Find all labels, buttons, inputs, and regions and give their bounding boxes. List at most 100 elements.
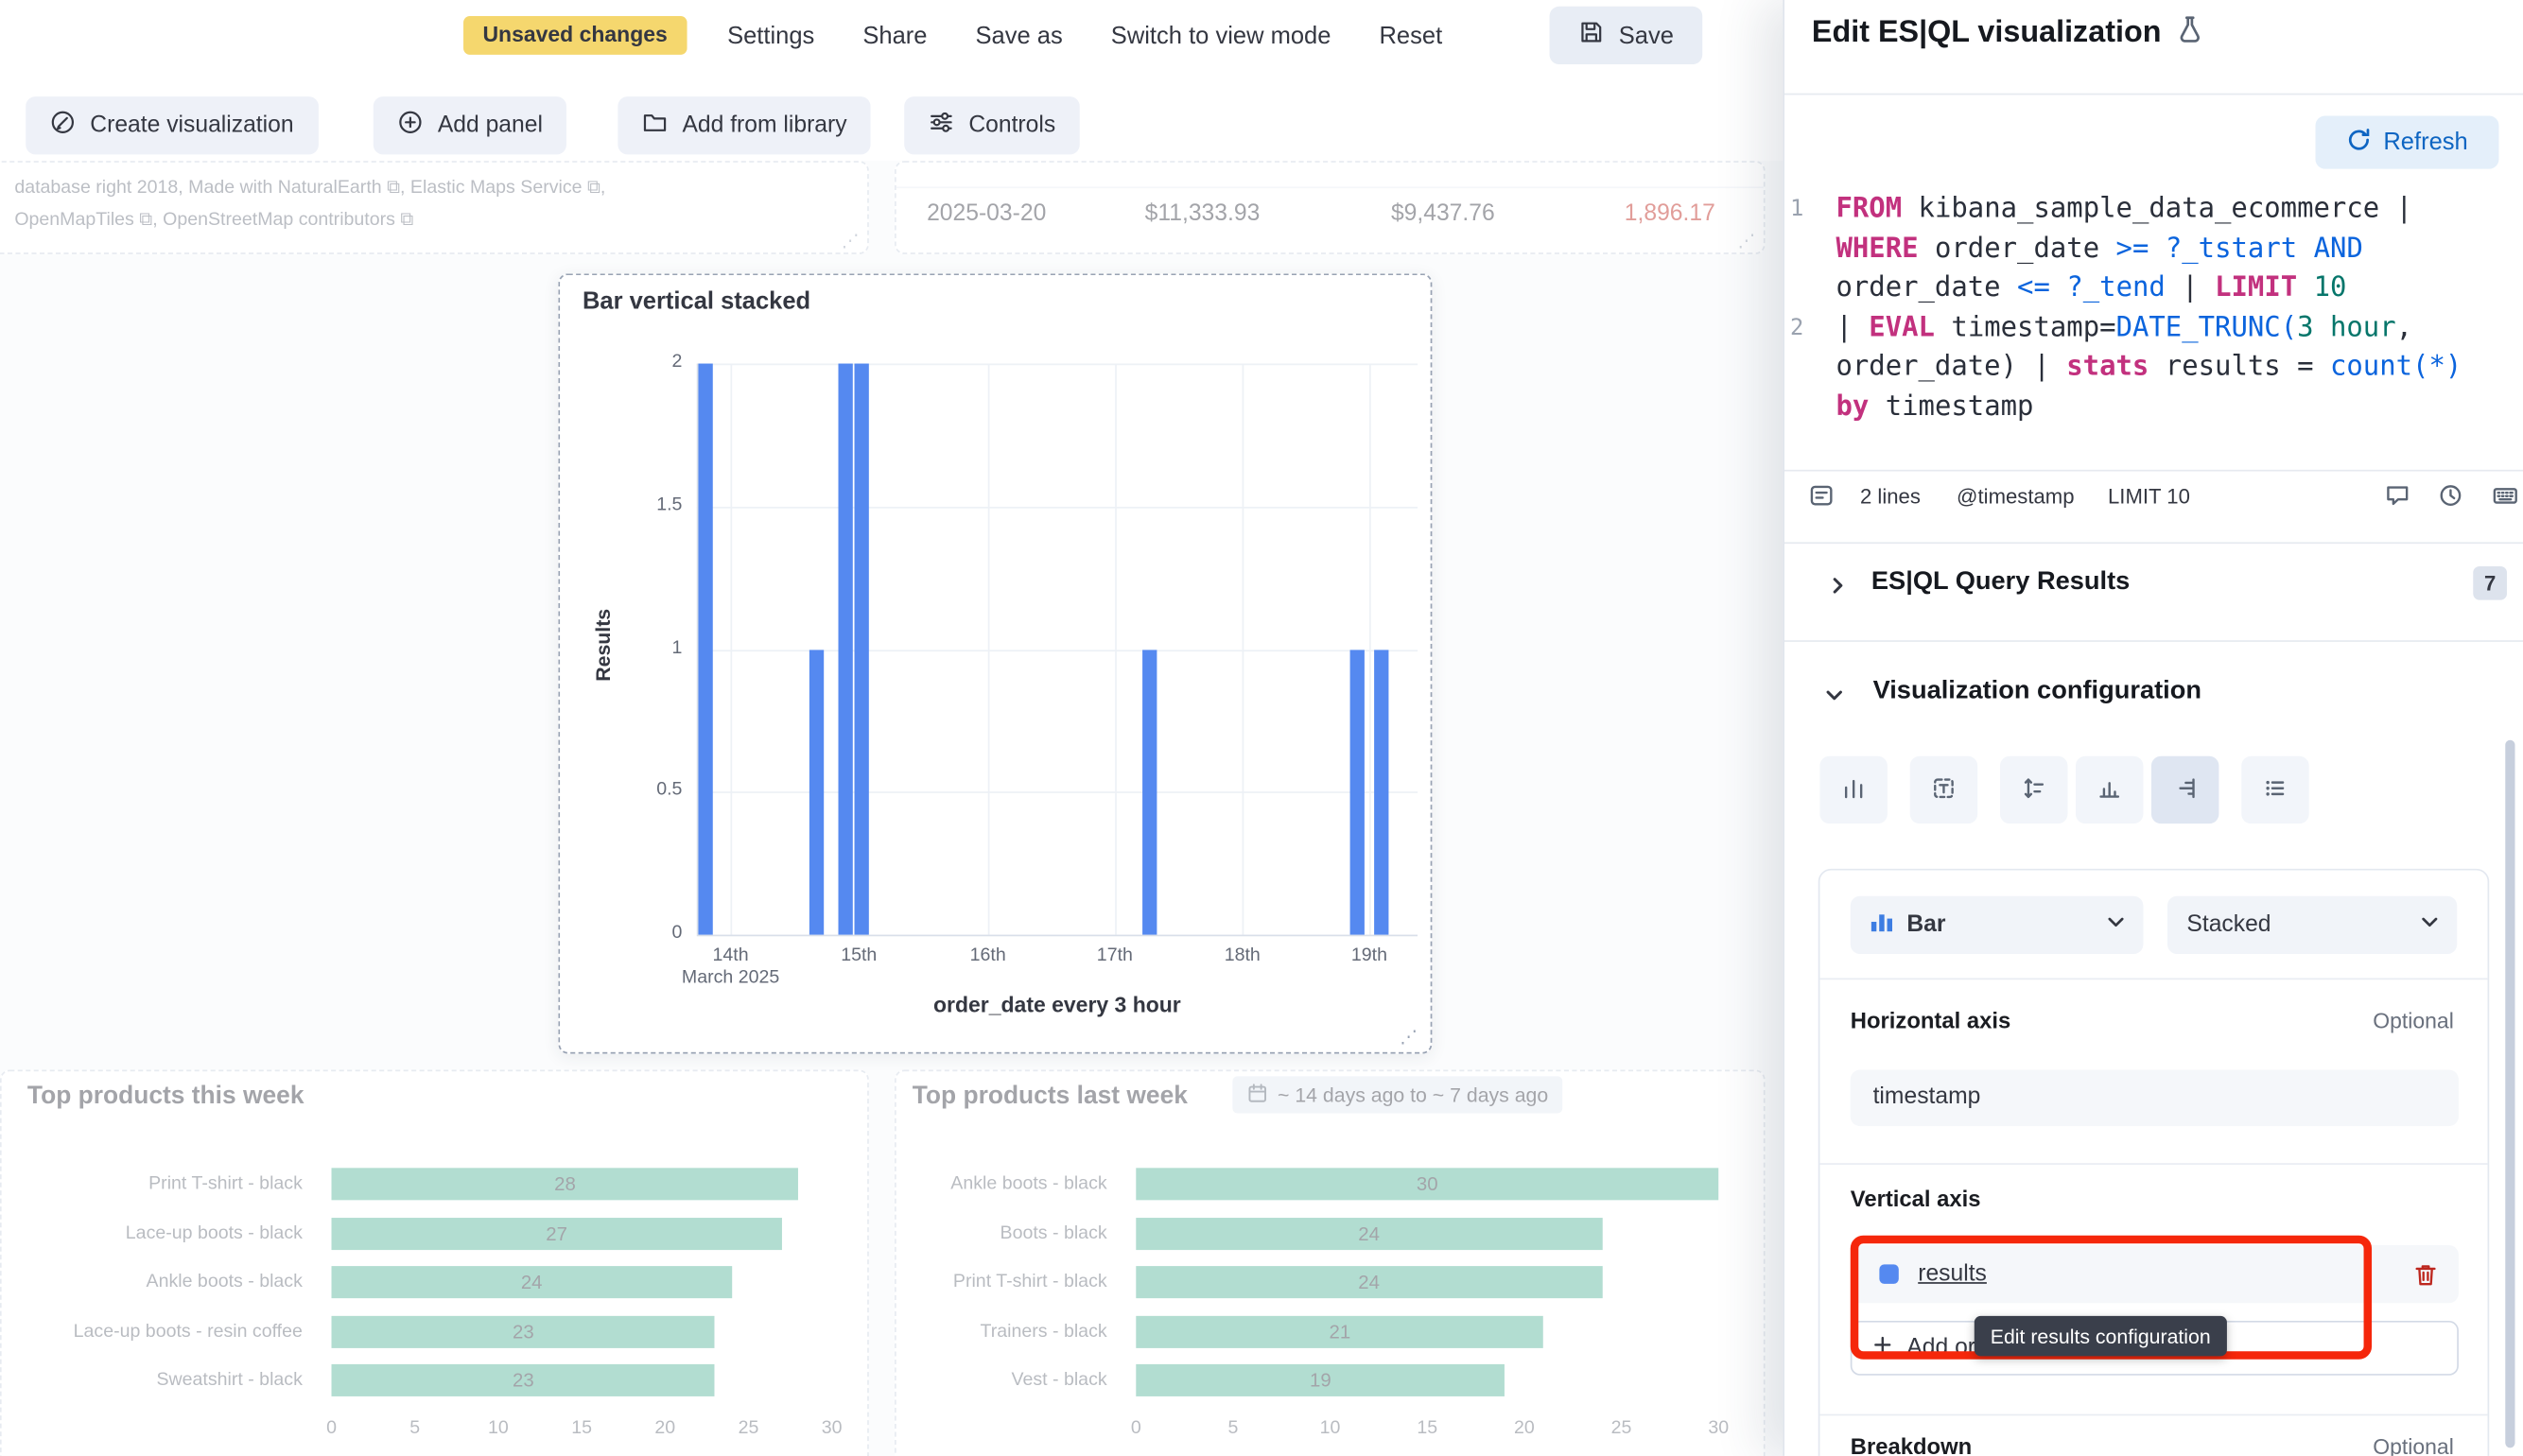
x-axis-tick-sublabel: March 2025 [658,968,803,987]
save-icon [1578,19,1604,51]
nav-item-save-as[interactable]: Save as [976,22,1063,49]
stack-mode-select[interactable]: Stacked [2167,896,2457,954]
nav-item-reset[interactable]: Reset [1380,22,1443,49]
chevron-right-icon[interactable] [1826,574,1849,604]
gridline [988,364,990,935]
config-tab-legend[interactable] [2241,756,2308,823]
beaker-icon [2176,14,2205,51]
code-line: | EVAL timestamp=DATE_TRUNC(3 hour, [1836,308,2412,348]
chart-type-select[interactable]: Bar [1851,896,2144,954]
config-tab-right-axis[interactable] [2151,756,2218,823]
code-token: , [2396,312,2412,344]
results-field-link[interactable]: results [1918,1261,1987,1287]
editor-timestamp-indicator[interactable]: @timestamp [1957,484,2075,509]
code-token: count(*) [2330,352,2462,384]
panel-bar-vertical-stacked[interactable]: Bar vertical stacked Results order_date … [558,273,1432,1053]
chevron-down-icon[interactable] [1823,684,1846,714]
query-results-section-header[interactable]: ES|QL Query Results [1871,568,2130,598]
nav-item-settings[interactable]: Settings [727,22,814,49]
legend-list-icon [2262,774,2288,805]
dashboard-canvas: database right 2018, Made with NaturalEa… [0,161,1783,1456]
nav-links: Settings Share Save as Switch to view mo… [727,0,1442,71]
code-token: LIMIT [2215,272,2297,304]
chevron-down-icon [2418,910,2441,940]
line-number: 2 [1784,316,1836,341]
chart-bar [1349,650,1364,935]
keyboard-icon[interactable] [2493,482,2518,516]
gridline [1369,364,1371,935]
nav-item-share[interactable]: Share [862,22,927,49]
feedback-icon[interactable] [2385,482,2410,516]
gridline [1243,364,1244,935]
bar-vertical-stacked-chart: 21.510.5014thMarch 202515th16th17th18th1… [560,275,1431,1052]
code-token: order_date) | [1836,352,2066,384]
code-row: by timestamp [1784,388,2502,427]
text-frame-icon [1931,774,1957,805]
flyout-title: Edit ES|QL visualization [1812,15,2162,50]
code-token: order_date [1919,233,2116,265]
code-line: FROM kibana_sample_data_ecommerce | [1836,190,2412,230]
flyout-scrollbar[interactable] [2505,740,2514,1448]
create-visualization-button[interactable]: Create visualization [26,96,318,154]
unsaved-changes-badge: Unsaved changes [463,16,687,55]
code-token: by [1836,390,1869,423]
code-row: 1FROM kibana_sample_data_ecommerce | [1784,190,2502,230]
editor-limit-indicator[interactable]: LIMIT 10 [2108,484,2190,509]
refresh-icon [2346,127,2372,159]
gridline [697,507,1418,509]
gridline [697,792,1418,794]
create-visualization-label: Create visualization [90,113,293,138]
x-axis-tick-label: 18th [1170,945,1314,964]
line-number: 1 [1784,197,1836,222]
vertical-axis-icon [2021,774,2046,805]
history-icon[interactable] [2438,482,2463,516]
vertical-axis-field-results[interactable]: results [1851,1245,2459,1303]
x-axis-tick-label: 15th [787,945,931,964]
save-button[interactable]: Save [1550,7,1703,64]
code-token: 3 hour [2297,312,2396,344]
bar-chart-icon [1870,909,1894,941]
x-axis-tick-label: 14th [658,945,803,964]
right-axis-icon [2172,774,2198,805]
code-token: >= [2116,233,2149,265]
esql-icon [1809,482,1835,516]
esql-editor[interactable]: 1FROM kibana_sample_data_ecommerce |WHER… [1784,190,2502,427]
refresh-button[interactable]: Refresh [2316,116,2499,169]
trash-icon[interactable] [2412,1260,2440,1288]
y-axis-tick-label: 2 [560,353,682,372]
controls-button[interactable]: Controls [904,96,1079,154]
y-axis-tick-label: 0 [560,924,682,943]
code-line: by timestamp [1836,388,2033,427]
nav-item-switch-to-view-mode[interactable]: Switch to view mode [1111,22,1331,49]
add-from-library-button[interactable]: Add from library [618,96,871,154]
code-line: WHERE order_date >= ?_tstart AND [1836,230,2362,269]
add-panel-button[interactable]: Add panel [374,96,567,154]
horizontal-axis-optional: Optional [2373,1009,2454,1033]
code-token [2149,233,2165,265]
config-tab-chart-style[interactable] [1819,756,1887,823]
horizontal-axis-field-timestamp[interactable]: timestamp [1851,1070,2459,1127]
config-tab-left-axis[interactable] [2000,756,2067,823]
edit-esql-visualization-flyout: Edit ES|QL visualization Refresh 1FROM k… [1783,0,2523,1456]
x-axis-tick-label: 19th [1296,945,1432,964]
visualization-configuration-section-header[interactable]: Visualization configuration [1873,677,2201,706]
save-button-label: Save [1619,22,1674,49]
code-token: stats [2066,352,2149,384]
chart-bar [809,650,824,935]
code-row: order_date) | stats results = count(*) [1784,348,2502,388]
chart-type-value: Bar [1906,912,1945,938]
gridline [697,650,1418,651]
resize-handle-icon[interactable]: ⋰ [1400,1027,1418,1048]
x-axis-tick-label: 17th [1042,945,1187,964]
chevron-down-icon [2105,910,2128,940]
code-token [2297,233,2313,265]
config-tab-bottom-axis[interactable] [2076,756,2143,823]
code-token: <= [2017,272,2050,304]
divider [1784,542,2523,544]
code-token: 10 [2297,272,2346,304]
config-tab-titles[interactable] [1910,756,1977,823]
chart-bar [855,364,869,935]
stack-mode-value: Stacked [2186,912,2271,938]
code-row: order_date <= ?_tend | LIMIT 10 [1784,269,2502,308]
vertical-axis-label: Vertical axis [1851,1186,1981,1211]
